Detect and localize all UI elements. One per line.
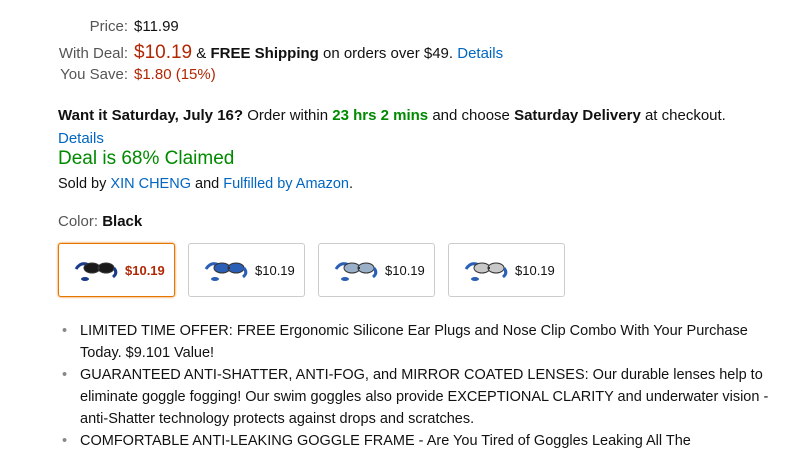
feature-bullet: • LIMITED TIME OFFER: FREE Ergonomic Sili…	[62, 320, 782, 364]
seller-period: .	[348, 176, 354, 192]
feature-bullet-text: GUARANTEED ANTI-SHATTER, ANTI-FOG, and M…	[80, 367, 769, 427]
bullet-dot: •	[62, 323, 68, 339]
sold-by-label: Sold by	[58, 176, 107, 192]
feature-bullet: • GUARANTEED ANTI-SHATTER, ANTI-FOG, and …	[62, 364, 782, 430]
bullet-dot: •	[62, 433, 68, 449]
free-shipping-text: FREE Shipping	[210, 45, 319, 62]
delivery-countdown: 23 hrs 2 mins	[332, 107, 429, 124]
swatch-price: $10.19	[385, 262, 425, 278]
swatch-1[interactable]: $10.19	[188, 243, 305, 297]
deal-label: With Deal:	[58, 45, 128, 62]
shipping-threshold: on orders over $49.	[322, 45, 454, 62]
you-save-value: $1.80 (15%)	[134, 66, 216, 83]
color-label: Color:	[58, 213, 99, 230]
delivery-and-choose: and choose	[432, 107, 510, 124]
you-save-label: You Save:	[60, 66, 128, 83]
goggles-icon	[464, 262, 508, 281]
seller-info: Sold by XIN CHENG and Fulfilled by Amazo…	[58, 176, 353, 192]
swatch-price: $10.19	[255, 262, 295, 278]
feature-bullets: • LIMITED TIME OFFER: FREE Ergonomic Sili…	[62, 320, 782, 452]
goggles-icon	[74, 262, 118, 281]
deal-claimed-status: Deal is 68% Claimed	[58, 148, 235, 169]
shipping-details-link[interactable]: Details	[457, 45, 503, 62]
color-selection-label: Color: Black	[58, 213, 142, 230]
swatch-price: $10.19	[515, 262, 555, 278]
delivery-details-link[interactable]: Details	[58, 130, 104, 147]
price-value: $11.99	[134, 18, 179, 35]
price-label: Price:	[89, 18, 128, 35]
price-block: Price: $11.99 With Deal: $10.19 & FREE S…	[58, 18, 503, 90]
feature-bullet: • COMFORTABLE ANTI-LEAKING GOGGLE FRAME -…	[62, 430, 782, 452]
price-row: Price: $11.99	[58, 18, 503, 42]
swatch-price: $10.19	[125, 262, 165, 278]
swatch-2[interactable]: $10.19	[318, 243, 435, 297]
fulfilled-by-amazon-link[interactable]: Fulfilled by Amazon	[223, 176, 349, 192]
swatch-3[interactable]: $10.19	[448, 243, 565, 297]
delivery-suffix: at checkout.	[644, 107, 726, 124]
goggles-icon	[204, 262, 248, 281]
deal-row: With Deal: $10.19 & FREE Shipping on ord…	[58, 42, 503, 66]
you-save-row: You Save: $1.80 (15%)	[58, 66, 503, 90]
swatch-0[interactable]: $10.19	[58, 243, 175, 297]
deal-price: $10.19	[134, 42, 193, 63]
delivery-option: Saturday Delivery	[514, 107, 641, 124]
delivery-date-question: Want it Saturday, July 16?	[58, 107, 244, 124]
seller-and: and	[195, 176, 220, 192]
feature-bullet-text: COMFORTABLE ANTI-LEAKING GOGGLE FRAME - …	[80, 433, 691, 449]
color-swatches: $10.19 $10.19 $10.19 $10.19	[58, 243, 565, 297]
delivery-message: Want it Saturday, July 16? Order within …	[58, 104, 783, 150]
seller-link[interactable]: XIN CHENG	[110, 176, 191, 192]
goggles-icon	[334, 262, 378, 281]
delivery-order-within: Order within	[247, 107, 329, 124]
shipping-amp: &	[196, 45, 207, 62]
feature-bullet-text: LIMITED TIME OFFER: FREE Ergonomic Silic…	[80, 323, 748, 361]
selected-color: Black	[102, 213, 143, 230]
bullet-dot: •	[62, 367, 68, 383]
